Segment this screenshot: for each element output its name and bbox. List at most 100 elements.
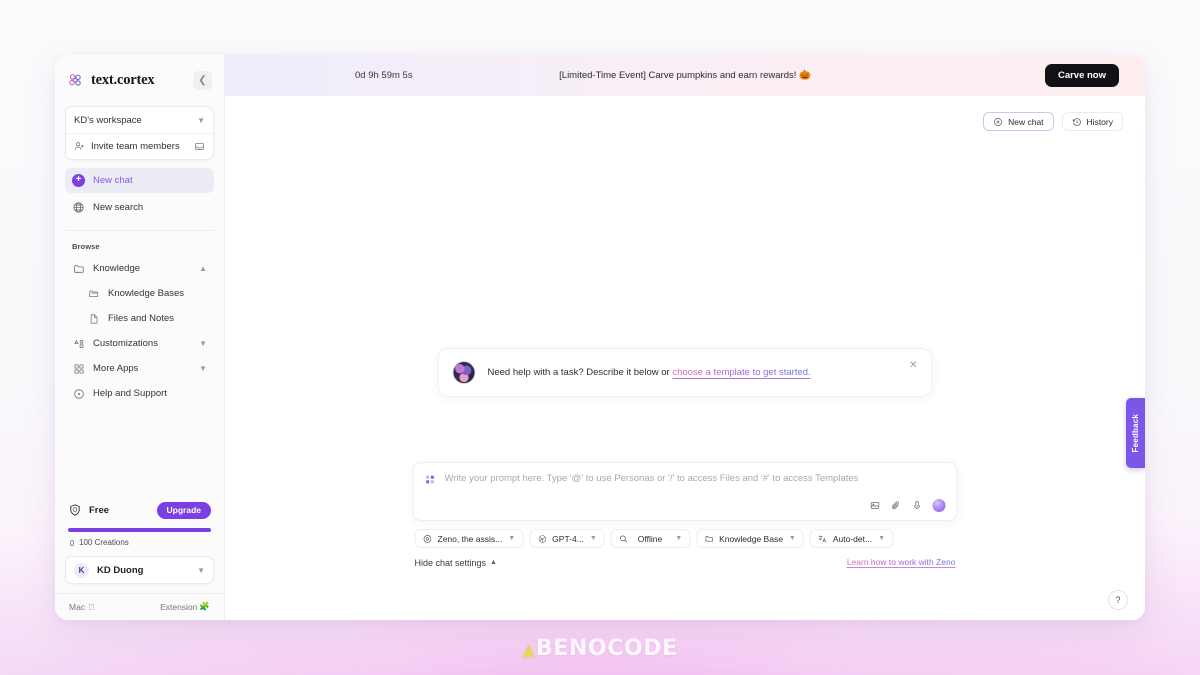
promo-banner: 0d 9h 59m 5s [Limited-Time Event] Carve … bbox=[225, 55, 1145, 96]
attachment-icon[interactable] bbox=[891, 500, 902, 511]
brand: text.cortex ❮ bbox=[65, 65, 214, 95]
composer-footer: Hide chat settings ▲ Learn how to work w… bbox=[413, 557, 958, 568]
extension-link[interactable]: Extension 🧩 bbox=[160, 601, 210, 612]
composer-box: Write your prompt here. Type '@' to use … bbox=[412, 462, 958, 521]
sidebar-footer: Mac  Extension 🧩 bbox=[55, 593, 224, 612]
persona-icon bbox=[423, 534, 433, 544]
primary-nav: + New chat New search bbox=[55, 160, 224, 222]
language-label: Auto-det... bbox=[832, 533, 873, 544]
language-selector[interactable]: Auto-det... ▼ bbox=[809, 529, 894, 548]
puzzle-icon: 🧩 bbox=[199, 601, 210, 611]
upgrade-button[interactable]: Upgrade bbox=[156, 501, 211, 519]
helper-text: Need help with a task? Describe it below… bbox=[487, 367, 811, 379]
usage-progress-bar bbox=[68, 528, 211, 532]
help-button[interactable]: ? bbox=[1108, 590, 1128, 610]
model-selector[interactable]: GPT-4... ▼ bbox=[529, 529, 605, 548]
helper-banner: Need help with a task? Describe it below… bbox=[437, 348, 933, 397]
user-name: KD Duong bbox=[97, 564, 144, 576]
file-icon bbox=[87, 312, 100, 325]
shield-cortex-icon bbox=[68, 503, 82, 517]
invite-label: Invite team members bbox=[91, 141, 180, 152]
chevron-down-icon: ▼ bbox=[589, 535, 597, 542]
browse-heading: Browse bbox=[72, 242, 100, 251]
carve-now-button[interactable]: Carve now bbox=[1044, 64, 1119, 87]
usage-label-row: 100 Creations bbox=[68, 538, 211, 547]
help-circle-icon bbox=[72, 387, 85, 400]
openai-icon bbox=[537, 534, 547, 544]
sidebar: text.cortex ❮ KD's workspace ▼ Invite te… bbox=[55, 55, 225, 620]
prompt-input[interactable]: Write your prompt here. Type '@' to use … bbox=[445, 473, 859, 484]
brand-name: text.cortex bbox=[91, 71, 155, 88]
choose-template-link[interactable]: choose a template to get started. bbox=[672, 367, 811, 379]
sidebar-item-label: Help and Support bbox=[93, 388, 167, 399]
folder-icon bbox=[704, 534, 714, 544]
promo-message: [Limited-Time Event] Carve pumpkins and … bbox=[559, 70, 811, 81]
chevron-down-icon: ▼ bbox=[199, 364, 207, 373]
watermark-mark-icon: ▲ bbox=[522, 640, 536, 660]
sidebar-item-knowledge[interactable]: Knowledge ▲ bbox=[55, 256, 224, 281]
chevron-down-icon: ▼ bbox=[199, 339, 207, 348]
hide-chat-settings-button[interactable]: Hide chat settings ▲ bbox=[415, 558, 497, 568]
helper-text-before: Need help with a task? Describe it below… bbox=[487, 367, 673, 378]
user-plus-icon bbox=[74, 141, 85, 152]
sidebar-item-label: New chat bbox=[93, 175, 133, 186]
avatar: K bbox=[74, 562, 89, 578]
composer-tools bbox=[425, 499, 946, 512]
feedback-tab[interactable]: Feedback bbox=[1126, 398, 1145, 468]
watermark-text: BENOCODE bbox=[535, 636, 678, 661]
persona-selector[interactable]: Zeno, the assis... ▼ bbox=[414, 529, 524, 548]
learn-zeno-link[interactable]: Learn how to work with Zeno bbox=[846, 557, 956, 568]
main-body: New chat History Need help with a task? … bbox=[225, 96, 1145, 620]
help-label: ? bbox=[1115, 595, 1121, 605]
chevron-up-icon: ▲ bbox=[199, 264, 207, 273]
sidebar-item-files-and-notes[interactable]: Files and Notes bbox=[55, 306, 224, 331]
plan-row: Free Upgrade bbox=[65, 497, 214, 523]
top-actions: New chat History bbox=[983, 112, 1123, 131]
apple-icon:  bbox=[88, 602, 94, 612]
knowledge-base-label: Knowledge Base bbox=[719, 533, 783, 544]
chevron-up-icon: ▲ bbox=[490, 559, 497, 566]
close-icon[interactable]: ✕ bbox=[909, 361, 917, 371]
coin-icon bbox=[68, 539, 76, 547]
sidebar-item-knowledge-bases[interactable]: Knowledge Bases bbox=[55, 281, 224, 306]
templates-grid-icon[interactable] bbox=[425, 474, 436, 485]
send-orb-icon[interactable] bbox=[932, 499, 946, 512]
chevron-down-icon: ▼ bbox=[197, 565, 205, 575]
sidebar-item-more-apps[interactable]: More Apps ▼ bbox=[55, 356, 224, 381]
grid-apps-icon bbox=[72, 362, 85, 375]
web-search-selector[interactable]: Offline ▼ bbox=[610, 529, 691, 548]
workspace-name: KD's workspace bbox=[74, 114, 142, 126]
knowledge-base-selector[interactable]: Knowledge Base ▼ bbox=[696, 529, 804, 548]
microphone-icon[interactable] bbox=[912, 500, 923, 511]
image-icon[interactable] bbox=[870, 500, 881, 511]
cortex-logo-icon bbox=[67, 72, 84, 89]
platform-label[interactable]: Mac bbox=[69, 602, 85, 612]
sidebar-top: text.cortex ❮ KD's workspace ▼ Invite te… bbox=[55, 55, 224, 160]
history-label: History bbox=[1086, 116, 1113, 127]
composer-input-row[interactable]: Write your prompt here. Type '@' to use … bbox=[425, 473, 946, 485]
folder-open-icon bbox=[87, 287, 100, 300]
invite-team-members[interactable]: Invite team members bbox=[66, 133, 213, 159]
zeno-avatar bbox=[452, 361, 476, 384]
workspace-selector[interactable]: KD's workspace ▼ bbox=[66, 107, 213, 133]
sidebar-item-new-chat[interactable]: + New chat bbox=[65, 168, 214, 193]
sidebar-bottom: Free Upgrade 100 Creations K KD Duong ▼ … bbox=[55, 497, 224, 620]
chevron-down-icon: ▼ bbox=[197, 115, 205, 125]
plan-name: Free bbox=[89, 504, 110, 516]
user-account-selector[interactable]: K KD Duong ▼ bbox=[65, 556, 214, 584]
sidebar-item-help-and-support[interactable]: Help and Support bbox=[55, 381, 224, 406]
sidebar-item-new-search[interactable]: New search bbox=[65, 195, 214, 220]
watermark: ▲BENOCODE bbox=[0, 636, 1200, 661]
promo-countdown: 0d 9h 59m 5s bbox=[355, 70, 413, 81]
shapes-icon bbox=[72, 337, 85, 350]
history-button[interactable]: History bbox=[1061, 112, 1123, 131]
sidebar-item-label: New search bbox=[93, 202, 144, 213]
composer: Write your prompt here. Type '@' to use … bbox=[412, 462, 958, 568]
new-chat-button[interactable]: New chat bbox=[983, 112, 1054, 131]
sidebar-item-customizations[interactable]: Customizations ▼ bbox=[55, 331, 224, 356]
collapse-sidebar-button[interactable]: ❮ bbox=[193, 70, 212, 90]
chevron-down-icon: ▼ bbox=[508, 535, 516, 542]
language-icon bbox=[818, 534, 828, 544]
search-icon bbox=[619, 534, 629, 544]
history-icon bbox=[1072, 117, 1082, 127]
